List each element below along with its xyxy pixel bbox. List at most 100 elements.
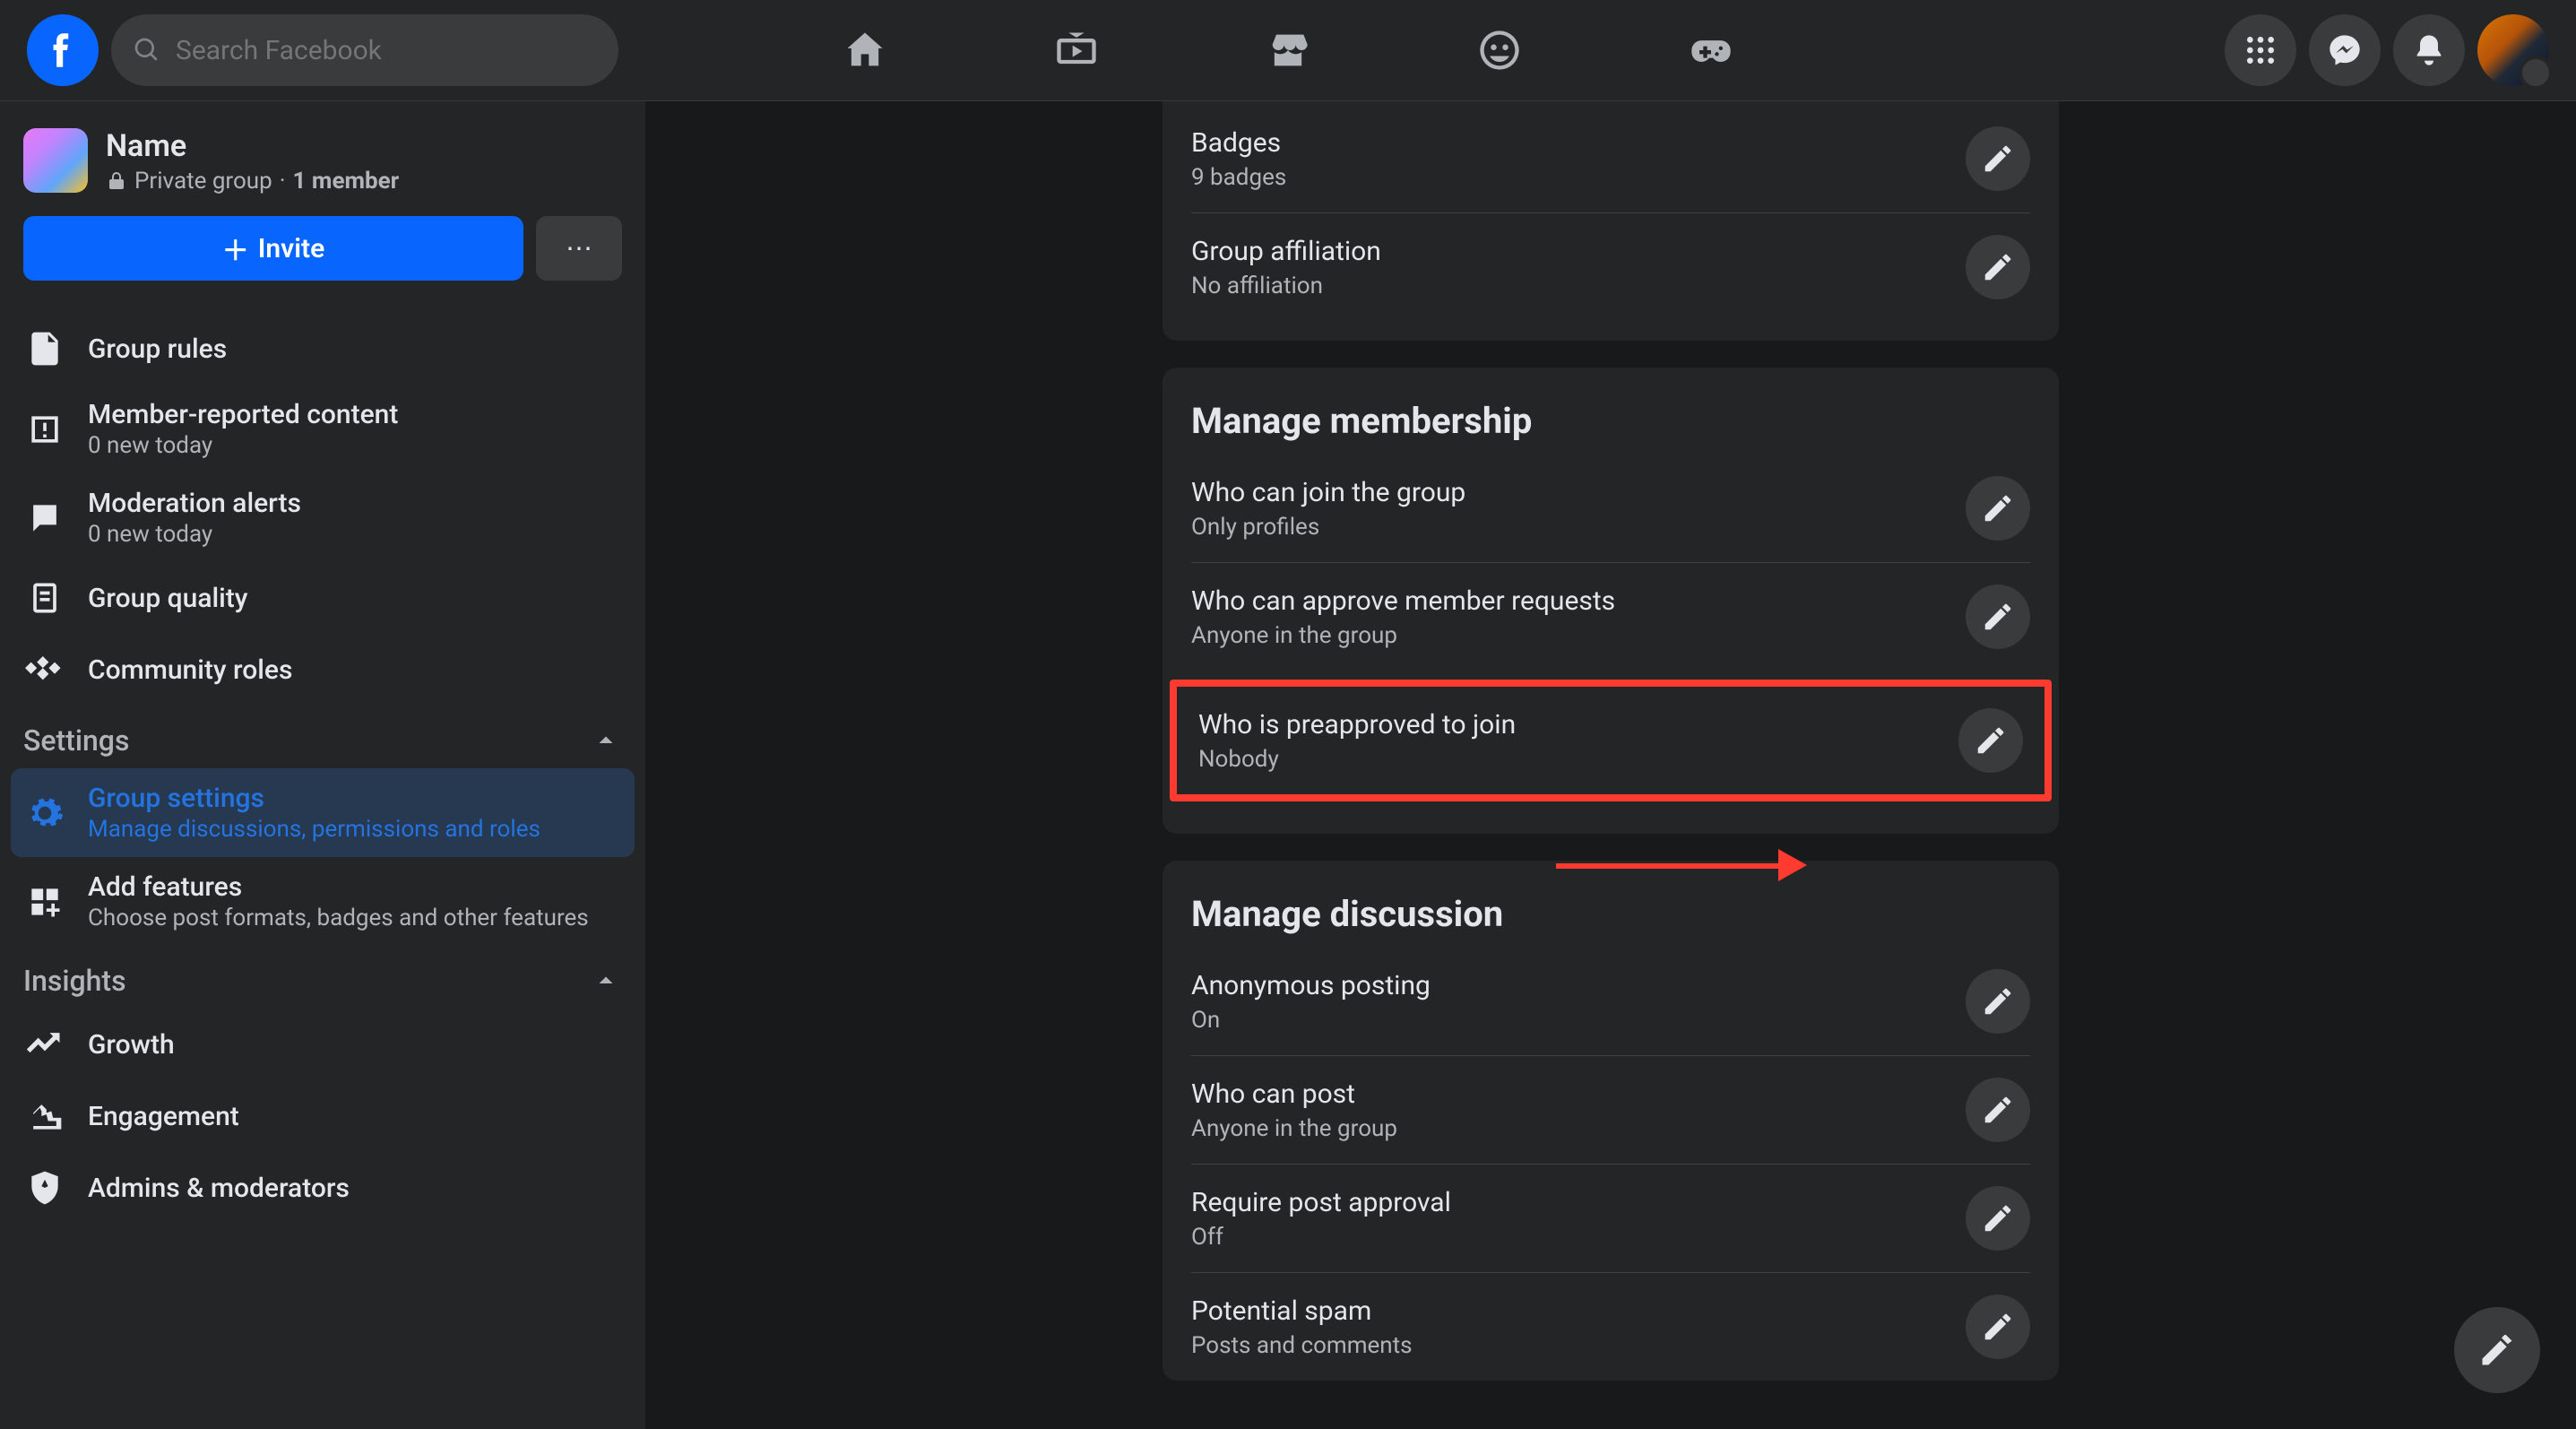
edit-button[interactable] (1966, 235, 2030, 299)
group-header[interactable]: Name Private group·1 member (11, 119, 635, 216)
groups-tab[interactable] (1401, 4, 1598, 97)
sidebar-item-group-quality[interactable]: Group quality (11, 562, 635, 634)
compose-fab[interactable] (2454, 1307, 2540, 1393)
search-icon (133, 36, 161, 65)
sidebar-item-moderation-alerts[interactable]: Moderation alerts0 new today (11, 473, 635, 562)
edit-button[interactable] (1958, 708, 2023, 773)
sidebar-section-settings[interactable]: Settings (11, 706, 635, 768)
growth-icon (25, 1025, 65, 1064)
pencil-icon (1981, 984, 2015, 1018)
sidebar-item-group-settings[interactable]: Group settingsManage discussions, permis… (11, 768, 635, 857)
sidebar-item-label: Growth (88, 1029, 175, 1061)
group-name: Name (106, 128, 399, 164)
search-box[interactable] (111, 14, 618, 86)
home-tab[interactable] (766, 4, 964, 97)
sidebar-item-engagement[interactable]: Engagement (11, 1080, 635, 1152)
sidebar-item-community-roles[interactable]: Community roles (11, 634, 635, 706)
facebook-logo[interactable] (27, 14, 99, 86)
pencil-icon (1981, 1310, 2015, 1344)
pencil-icon (1974, 723, 2008, 758)
groups-icon (1476, 27, 1523, 74)
sidebar-item-label: Engagement (88, 1101, 239, 1132)
pencil-icon (1981, 142, 2015, 176)
setting-row-who-can-join[interactable]: Who can join the groupOnly profiles (1191, 455, 2030, 562)
edit-button[interactable] (1966, 126, 2030, 191)
watch-icon (1053, 27, 1100, 74)
edit-button[interactable] (1966, 585, 2030, 649)
edit-button[interactable] (1966, 1078, 2030, 1142)
setting-row-anonymous-posting[interactable]: Anonymous postingOn (1191, 948, 2030, 1055)
sidebar-item-growth[interactable]: Growth (11, 1009, 635, 1080)
search-input[interactable] (176, 35, 597, 66)
sidebar-item-member-reported[interactable]: Member-reported content0 new today (11, 385, 635, 473)
sidebar-item-admins-mods[interactable]: Admins & moderators (11, 1152, 635, 1224)
edit-button[interactable] (1966, 969, 2030, 1034)
menu-button[interactable] (2225, 14, 2296, 86)
shield-icon (25, 1168, 65, 1208)
engagement-icon (25, 1096, 65, 1136)
setting-row-preapproved[interactable]: Who is preapproved to joinNobody (1170, 680, 2052, 801)
sidebar-item-label: Group settings (88, 783, 540, 814)
quality-icon (25, 578, 65, 618)
compose-icon (2477, 1330, 2517, 1370)
pencil-icon (1981, 491, 2015, 525)
gear-icon (25, 793, 65, 833)
left-sidebar: Name Private group·1 member ＋Invite ⋯ Gr… (0, 101, 645, 1429)
card-top-partial: Badges9 badges Group affiliationNo affil… (1163, 101, 2059, 341)
rules-icon (25, 329, 65, 368)
edit-button[interactable] (1966, 1295, 2030, 1359)
group-avatar (23, 128, 88, 193)
messenger-icon (2327, 32, 2363, 68)
sidebar-item-group-rules[interactable]: Group rules (11, 313, 635, 385)
setting-row-affiliation[interactable]: Group affiliationNo affiliation (1191, 212, 2030, 321)
sidebar-item-label: Moderation alerts (88, 488, 301, 519)
card-title: Manage discussion (1191, 861, 2030, 948)
plus-icon: ＋ (222, 229, 249, 268)
pencil-icon (1981, 250, 2015, 284)
card-title: Manage membership (1191, 368, 2030, 455)
card-manage-membership: Manage membership Who can join the group… (1163, 368, 2059, 834)
setting-row-badges[interactable]: Badges9 badges (1191, 105, 2030, 212)
sidebar-section-insights[interactable]: Insights (11, 946, 635, 1009)
more-button[interactable]: ⋯ (536, 216, 622, 281)
top-nav-header (0, 0, 2576, 101)
invite-button[interactable]: ＋Invite (23, 216, 523, 281)
messenger-button[interactable] (2309, 14, 2381, 86)
pencil-icon (1981, 600, 2015, 634)
menu-grid-icon (2243, 32, 2278, 68)
gaming-icon (1688, 27, 1734, 74)
edit-button[interactable] (1966, 476, 2030, 541)
notifications-button[interactable] (2393, 14, 2465, 86)
sidebar-item-label: Add features (88, 871, 589, 903)
pencil-icon (1981, 1093, 2015, 1127)
home-icon (842, 27, 888, 74)
setting-row-who-can-post[interactable]: Who can postAnyone in the group (1191, 1055, 2030, 1164)
roles-icon (25, 650, 65, 689)
watch-tab[interactable] (978, 4, 1175, 97)
sidebar-item-label: Member-reported content (88, 399, 398, 430)
marketplace-icon (1265, 27, 1311, 74)
sidebar-item-label: Group quality (88, 583, 248, 614)
bell-icon (2411, 32, 2447, 68)
card-manage-discussion: Manage discussion Anonymous postingOn Wh… (1163, 861, 2059, 1381)
chevron-up-icon (590, 724, 622, 757)
marketplace-tab[interactable] (1189, 4, 1387, 97)
setting-row-who-approves[interactable]: Who can approve member requestsAnyone in… (1191, 562, 2030, 671)
features-icon (25, 882, 65, 922)
sidebar-item-add-features[interactable]: Add featuresChoose post formats, badges … (11, 857, 635, 946)
sidebar-item-label: Group rules (88, 333, 227, 365)
annotation-arrow (1556, 858, 1807, 872)
group-meta: Private group·1 member (106, 168, 399, 195)
sidebar-item-label: Community roles (88, 654, 292, 686)
setting-row-potential-spam[interactable]: Potential spamPosts and comments (1191, 1272, 2030, 1381)
profile-avatar[interactable] (2477, 14, 2549, 86)
edit-button[interactable] (1966, 1186, 2030, 1251)
sidebar-item-label: Admins & moderators (88, 1173, 350, 1204)
ellipsis-icon: ⋯ (566, 233, 592, 264)
main-content: Badges9 badges Group affiliationNo affil… (645, 101, 2576, 1429)
lock-icon (106, 170, 127, 192)
setting-row-require-approval[interactable]: Require post approvalOff (1191, 1164, 2030, 1272)
chevron-up-icon (590, 965, 622, 997)
gaming-tab[interactable] (1612, 4, 1810, 97)
alert-icon (25, 410, 65, 449)
